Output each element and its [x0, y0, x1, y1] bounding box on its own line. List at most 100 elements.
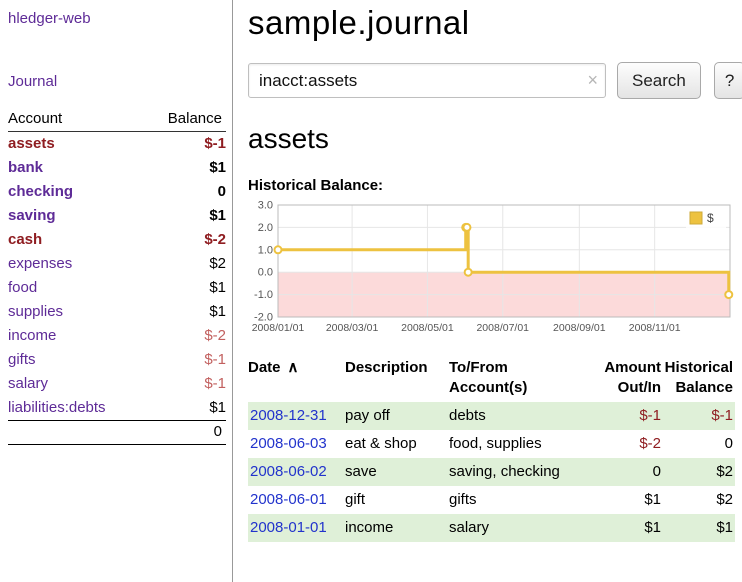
col-date-label: Date [248, 359, 281, 376]
accounts-col-account: Account [8, 108, 145, 132]
col-amount: Amount Out/In [577, 356, 663, 402]
col-date[interactable]: Date ∧ [248, 356, 345, 402]
accounts-total-value: 0 [145, 421, 226, 445]
transaction-date-link[interactable]: 2008-06-03 [250, 435, 327, 452]
nav-journal-link[interactable]: Journal [8, 73, 57, 90]
account-row-supplies: supplies $1 [8, 300, 226, 324]
transaction-row: 2008-12-31 pay off debts $-1 $-1 [248, 402, 735, 430]
transaction-date-link[interactable]: 2008-12-31 [250, 407, 327, 424]
page-title: sample.journal [248, 4, 742, 42]
transaction-date-link[interactable]: 2008-01-01 [250, 519, 327, 536]
transaction-date-link[interactable]: 2008-06-01 [250, 491, 327, 508]
accounts-col-balance: Balance [145, 108, 226, 132]
clear-search-icon[interactable]: × [587, 69, 598, 91]
account-balance: $1 [145, 156, 226, 180]
accounts-total-spacer [8, 421, 145, 445]
account-balance: $-1 [145, 348, 226, 372]
account-balance: $1 [145, 300, 226, 324]
account-row-salary: salary $-1 [8, 372, 226, 396]
account-link-saving[interactable]: saving [8, 207, 56, 224]
svg-text:$: $ [707, 211, 714, 225]
account-link-checking[interactable]: checking [8, 183, 73, 200]
svg-text:2008/03/01: 2008/03/01 [326, 322, 379, 334]
account-link-cash[interactable]: cash [8, 231, 42, 248]
svg-text:-1.0: -1.0 [254, 289, 273, 301]
account-balance: $1 [145, 396, 226, 421]
balance-chart: 3.02.01.00.0-1.0-2.02008/01/012008/03/01… [248, 200, 735, 342]
transaction-balance: $1 [663, 514, 735, 542]
account-link-expenses[interactable]: expenses [8, 255, 72, 272]
account-link-salary[interactable]: salary [8, 375, 48, 392]
accounts-total-row: 0 [8, 421, 226, 445]
col-historical-balance: Historical Balance [663, 356, 735, 402]
account-row-bank: bank $1 [8, 156, 226, 180]
col-tofrom-accounts: To/From Account(s) [449, 356, 577, 402]
svg-text:2008/11/01: 2008/11/01 [629, 322, 681, 334]
transaction-description: pay off [345, 402, 449, 430]
col-description: Description [345, 356, 449, 402]
account-link-supplies[interactable]: supplies [8, 303, 63, 320]
account-link-gifts[interactable]: gifts [8, 351, 36, 368]
transaction-accounts: gifts [449, 486, 577, 514]
transaction-balance: 0 [663, 430, 735, 458]
transaction-description: eat & shop [345, 430, 449, 458]
account-link-bank[interactable]: bank [8, 159, 43, 176]
account-balance: $-2 [145, 228, 226, 252]
svg-text:2.0: 2.0 [258, 222, 273, 234]
account-row-food: food $1 [8, 276, 226, 300]
sidebar: hledger-web Journal Account Balance asse… [0, 0, 233, 582]
transaction-balance: $2 [663, 486, 735, 514]
help-button[interactable]: ? [714, 62, 742, 99]
transaction-amount: $-2 [577, 430, 663, 458]
svg-text:1.0: 1.0 [258, 244, 273, 256]
transaction-accounts: food, supplies [449, 430, 577, 458]
svg-text:2008/01/01: 2008/01/01 [252, 322, 305, 334]
account-row-expenses: expenses $2 [8, 252, 226, 276]
search-input[interactable] [248, 63, 606, 98]
transaction-accounts: debts [449, 402, 577, 430]
transaction-description: save [345, 458, 449, 486]
transaction-row: 2008-01-01 income salary $1 $1 [248, 514, 735, 542]
app-title: hledger-web [8, 10, 226, 27]
account-row-income: income $-2 [8, 324, 226, 348]
transaction-row: 2008-06-02 save saving, checking 0 $2 [248, 458, 735, 486]
account-link-food[interactable]: food [8, 279, 37, 296]
account-link-assets[interactable]: assets [8, 135, 55, 152]
svg-text:3.0: 3.0 [258, 200, 273, 212]
transaction-accounts: saving, checking [449, 458, 577, 486]
search-field-wrap: × [248, 63, 606, 98]
svg-text:0.0: 0.0 [258, 267, 273, 279]
search-button[interactable]: Search [617, 62, 701, 99]
search-bar: × Search ? [248, 62, 742, 99]
accounts-table: Account Balance assets $-1 bank $1 check… [8, 108, 226, 445]
transaction-date-link[interactable]: 2008-06-02 [250, 463, 327, 480]
sort-ascending-icon: ∧ [288, 359, 299, 376]
account-link-income[interactable]: income [8, 327, 56, 344]
transaction-balance: $2 [663, 458, 735, 486]
account-balance: $1 [145, 276, 226, 300]
account-row-cash: cash $-2 [8, 228, 226, 252]
transaction-row: 2008-06-03 eat & shop food, supplies $-2… [248, 430, 735, 458]
account-row-liabilities-debts: liabilities:debts $1 [8, 396, 226, 421]
main-content: sample.journal × Search ? assets Histori… [233, 0, 742, 582]
transaction-accounts: salary [449, 514, 577, 542]
account-balance: $-1 [145, 132, 226, 157]
transaction-description: income [345, 514, 449, 542]
transaction-description: gift [345, 486, 449, 514]
account-balance: 0 [145, 180, 226, 204]
svg-text:2008/09/01: 2008/09/01 [553, 322, 606, 334]
chart-title: Historical Balance: [248, 177, 742, 194]
transaction-amount: $1 [577, 514, 663, 542]
account-row-assets: assets $-1 [8, 132, 226, 157]
transactions-table: Date ∧ Description To/From Account(s) Amo… [248, 356, 735, 542]
account-link-liabilities-debts[interactable]: liabilities:debts [8, 399, 106, 416]
transaction-amount: $1 [577, 486, 663, 514]
transaction-balance: $-1 [663, 402, 735, 430]
account-heading: assets [248, 123, 742, 155]
svg-text:2008/07/01: 2008/07/01 [476, 322, 529, 334]
account-balance: $1 [145, 204, 226, 228]
account-row-saving: saving $1 [8, 204, 226, 228]
transaction-amount: 0 [577, 458, 663, 486]
accounts-header-row: Account Balance [8, 108, 226, 132]
app-title-link[interactable]: hledger-web [8, 10, 91, 27]
